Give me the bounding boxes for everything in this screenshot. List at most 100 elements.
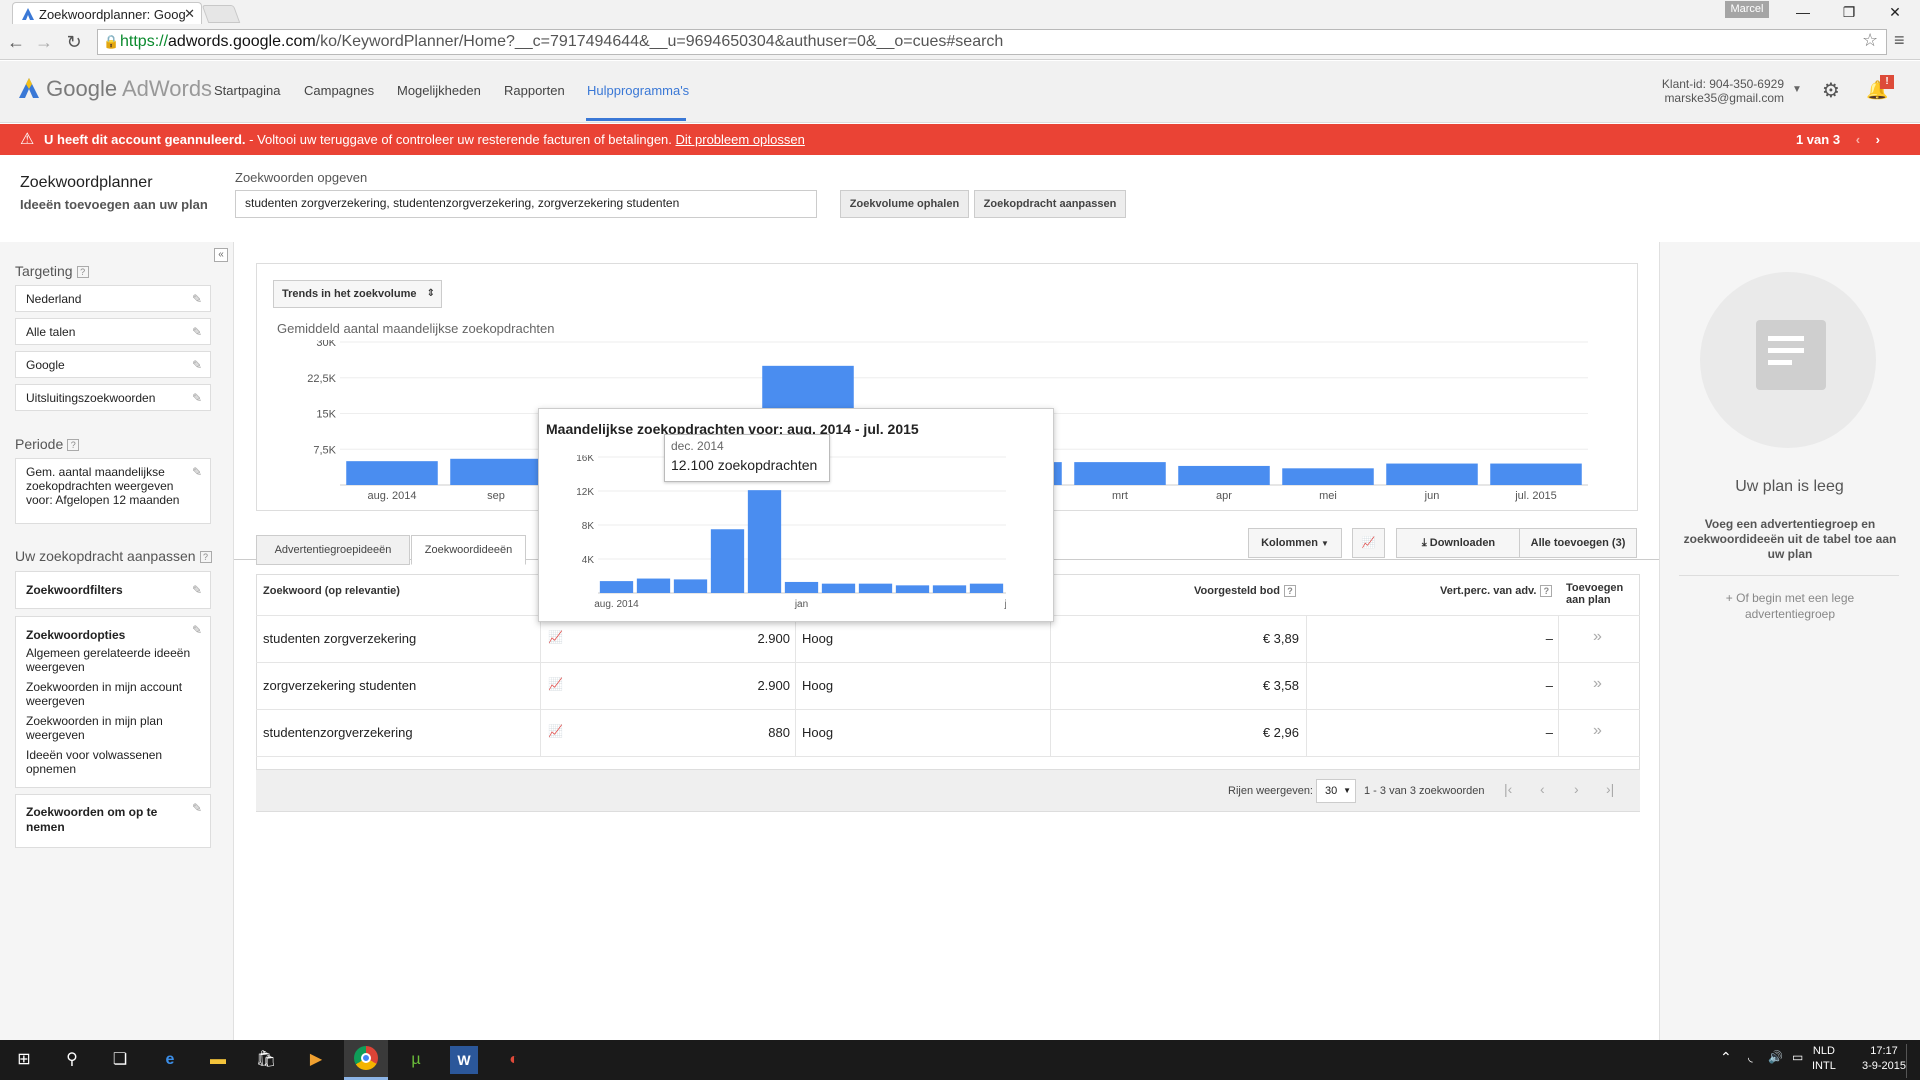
trend-dropdown[interactable]: Trends in het zoekvolume ⇕ — [273, 280, 442, 308]
help-icon[interactable]: ? — [1540, 585, 1553, 598]
edit-pencil-icon[interactable]: ✎ — [192, 358, 202, 372]
adjust-label: Uw zoekopdracht aanpassen — [15, 548, 196, 564]
plan-empty-adgroup-link[interactable]: + Of begin met een lege advertentiegroep — [1700, 590, 1880, 622]
nav-campagnes[interactable]: Campagnes — [304, 83, 374, 98]
tab-close-icon[interactable]: ✕ — [184, 6, 195, 22]
prev-page-icon[interactable]: ‹ — [1540, 781, 1545, 797]
store-icon[interactable]: 🛍 — [252, 1046, 280, 1074]
tab-adgroup-ideas[interactable]: Advertentiegroepideeën — [256, 535, 410, 565]
edit-pencil-icon[interactable]: ✎ — [192, 623, 202, 637]
media-player-icon[interactable]: ▶ — [302, 1046, 330, 1074]
volume-icon[interactable]: 🔊 — [1768, 1050, 1783, 1065]
restore-icon[interactable]: ❐ — [1826, 0, 1872, 24]
help-icon[interactable]: ? — [1283, 585, 1296, 598]
new-tab-button[interactable] — [201, 5, 241, 23]
task-view-icon[interactable]: ❏ — [106, 1046, 134, 1074]
add-to-plan-icon[interactable]: » — [1593, 675, 1602, 693]
edit-pencil-icon[interactable]: ✎ — [192, 325, 202, 339]
word-icon[interactable]: W — [450, 1046, 478, 1074]
ccleaner-icon[interactable]: ◐ — [500, 1046, 528, 1074]
columns-button[interactable]: Kolommen ▼ — [1248, 528, 1342, 558]
period-box[interactable]: Gem. aantal maandelijkse zoekopdrachten … — [15, 458, 211, 524]
add-to-plan-icon[interactable]: » — [1593, 722, 1602, 740]
edit-pencil-icon[interactable]: ✎ — [192, 292, 202, 306]
nav-startpagina[interactable]: Startpagina — [214, 83, 281, 98]
profile-chip[interactable]: Marcel — [1725, 1, 1769, 18]
column-divider — [540, 616, 541, 756]
back-icon[interactable]: ← — [4, 30, 28, 54]
adjust-search-button[interactable]: Zoekopdracht aanpassen — [974, 190, 1126, 218]
tab-keyword-ideas[interactable]: Zoekwoordideeën — [411, 535, 526, 565]
targeting-location[interactable]: Nederland ✎ — [15, 285, 211, 312]
get-volume-button[interactable]: Zoekvolume ophalen — [840, 190, 969, 218]
account-info[interactable]: Klant-id: 904-350-6929 marske35@gmail.co… — [1662, 77, 1784, 105]
col-keyword[interactable]: Zoekwoord (op relevantie) — [263, 585, 400, 597]
edit-pencil-icon[interactable]: ✎ — [192, 391, 202, 405]
targeting-heading: Targeting? — [15, 263, 89, 279]
col-suggested-bid[interactable]: Voorgesteld bod? — [1194, 585, 1296, 598]
targeting-network[interactable]: Google ✎ — [15, 351, 211, 378]
forward-icon[interactable]: → — [32, 30, 56, 54]
wifi-icon[interactable]: ◟ — [1748, 1050, 1753, 1065]
first-page-icon[interactable]: |‹ — [1504, 781, 1512, 797]
edit-pencil-icon[interactable]: ✎ — [192, 578, 202, 602]
star-icon[interactable]: ☆ — [1862, 30, 1878, 51]
edit-pencil-icon[interactable]: ✎ — [192, 801, 202, 816]
banner-next-icon[interactable]: › — [1876, 132, 1880, 147]
trend-sparkline-icon[interactable]: 📈 — [548, 677, 563, 691]
help-icon[interactable]: ? — [76, 266, 89, 279]
download-label: Downloaden — [1429, 537, 1496, 549]
help-icon[interactable]: ? — [199, 551, 212, 564]
minimize-icon[interactable]: — — [1780, 0, 1826, 24]
browser-titlebar — [0, 0, 1920, 24]
targeting-language[interactable]: Alle talen ✎ — [15, 318, 211, 345]
clock[interactable]: 17:17 3-9-2015 — [1862, 1044, 1906, 1074]
bar-mei — [1282, 468, 1374, 485]
banner-prev-icon[interactable]: ‹ — [1856, 132, 1860, 147]
add-all-button[interactable]: Alle toevoegen (3) — [1519, 528, 1637, 558]
next-page-icon[interactable]: › — [1574, 781, 1579, 797]
keyword-options[interactable]: Zoekwoordopties Algemeen gerelateerde id… — [15, 616, 211, 788]
window-close-icon[interactable]: ✕ — [1872, 0, 1918, 24]
settings-gear-icon[interactable]: ⚙ — [1822, 78, 1840, 103]
utorrent-icon[interactable]: µ — [402, 1046, 430, 1074]
keyword-filters[interactable]: Zoekwoordfilters ✎ — [15, 571, 211, 609]
message-icon[interactable]: ▭ — [1792, 1050, 1803, 1065]
file-explorer-icon[interactable]: ▬ — [204, 1046, 232, 1074]
targeting-negative-keywords[interactable]: Uitsluitingszoekwoorden ✎ — [15, 384, 211, 411]
search-icon[interactable]: ⚲ — [58, 1046, 86, 1074]
reload-icon[interactable]: ↻ — [62, 30, 86, 54]
trend-sparkline-icon[interactable]: 📈 — [548, 724, 563, 738]
account-dropdown-icon[interactable]: ▼ — [1792, 84, 1802, 95]
edge-icon[interactable]: e — [156, 1046, 184, 1074]
col-ad-share[interactable]: Vert.perc. van adv.? — [1440, 585, 1553, 598]
rows-select[interactable]: 30 ▼ — [1316, 779, 1356, 803]
keywords-input[interactable]: studenten zorgverzekering, studentenzorg… — [235, 190, 817, 218]
download-button[interactable]: ⤓ Downloaden — [1396, 528, 1521, 558]
language-indicator[interactable]: NLD INTL — [1812, 1044, 1836, 1074]
add-to-plan-icon[interactable]: » — [1593, 628, 1602, 646]
address-bar[interactable]: 🔒 https://adwords.google.com/ko/KeywordPl… — [97, 29, 1887, 55]
adwords-logo[interactable]: Google AdWords — [18, 76, 212, 102]
keyword-filters-text: Zoekwoordfilters — [26, 583, 123, 597]
nav-active-indicator — [586, 118, 686, 121]
chrome-menu-icon[interactable]: ≡ — [1894, 30, 1905, 51]
nav-mogelijkheden[interactable]: Mogelijkheden — [397, 83, 481, 98]
nav-rapporten[interactable]: Rapporten — [504, 83, 565, 98]
browser-tab[interactable]: Zoekwoordplanner: Goog ✕ — [12, 2, 202, 24]
tray-up-icon[interactable]: ⌃ — [1720, 1050, 1732, 1065]
windows-start-icon[interactable]: ⊞ — [10, 1046, 38, 1074]
keywords-to-include[interactable]: Zoekwoorden om op te nemen ✎ — [15, 794, 211, 848]
collapse-sidebar-icon[interactable]: « — [214, 248, 228, 262]
show-desktop-button[interactable] — [1906, 1044, 1920, 1078]
nav-hulpprogrammas[interactable]: Hulpprogramma's — [587, 83, 689, 98]
trend-sparkline-icon[interactable]: 📈 — [548, 630, 563, 644]
url-host: adwords.google.com — [168, 33, 316, 50]
banner-fix-link[interactable]: Dit probleem oplossen — [676, 132, 805, 147]
chart-toggle-icon[interactable]: 📈 — [1352, 528, 1385, 558]
help-icon[interactable]: ? — [67, 439, 80, 452]
last-page-icon[interactable]: ›| — [1606, 781, 1614, 797]
row-share: – — [1545, 725, 1553, 740]
chrome-taskbar-active[interactable] — [344, 1040, 388, 1080]
edit-pencil-icon[interactable]: ✎ — [192, 465, 202, 479]
